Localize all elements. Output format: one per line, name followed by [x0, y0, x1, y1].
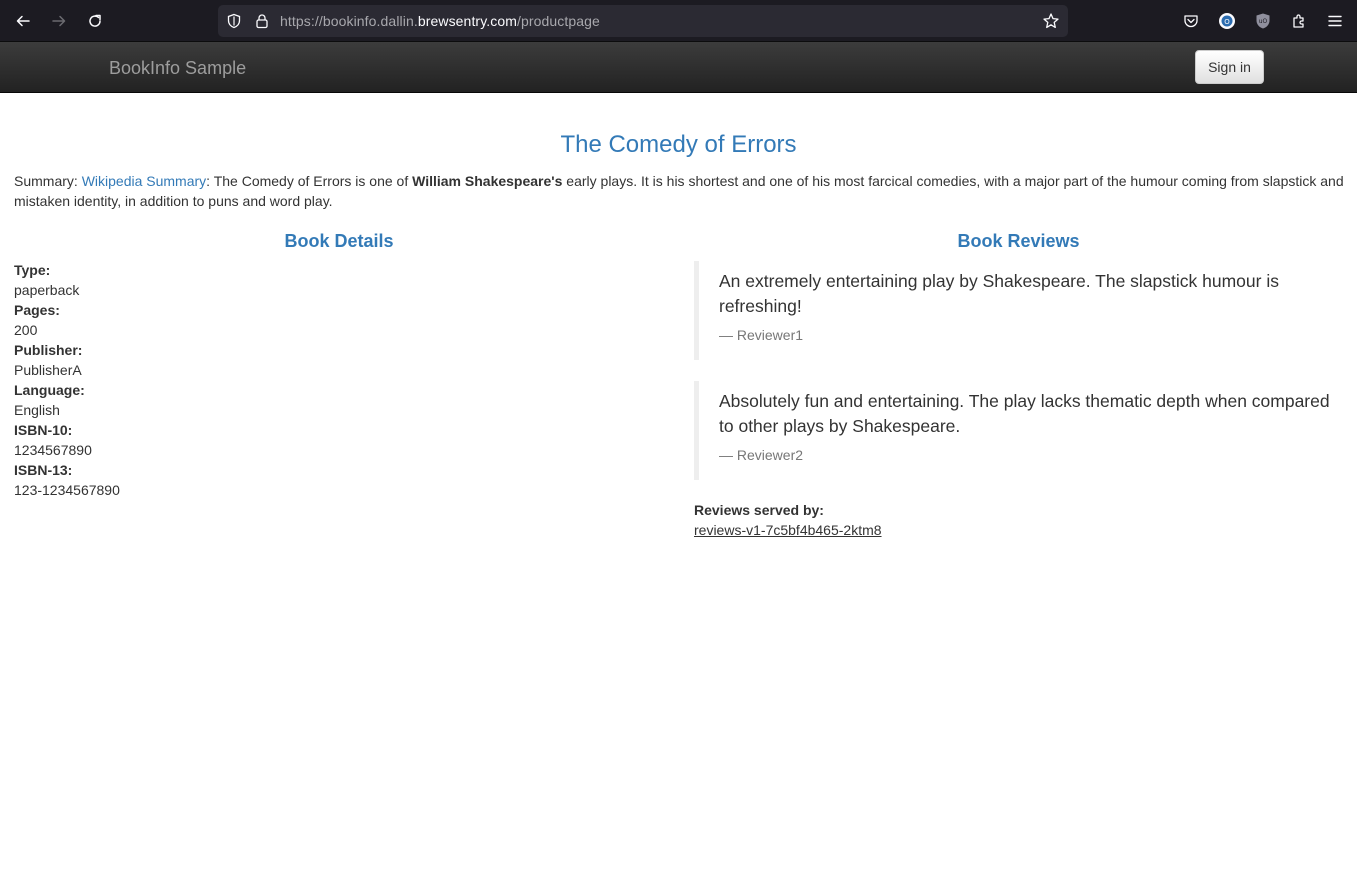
reload-button[interactable] [83, 9, 107, 33]
review-text: An extremely entertaining play by Shakes… [719, 271, 1279, 316]
review-author: — Reviewer2 [719, 447, 804, 463]
summary-author: William Shakespeare's [412, 173, 563, 189]
app-menu-hamburger-icon[interactable] [1326, 12, 1344, 30]
svg-text:uO: uO [1259, 18, 1268, 25]
back-button[interactable] [11, 9, 35, 33]
language-value: English [14, 402, 60, 418]
type-value: paperback [14, 282, 80, 298]
book-details-heading: Book Details [284, 231, 394, 251]
reviews-served-by: Reviews served by: reviews-v1-7c5bf4b465… [694, 500, 882, 540]
back-arrow-icon [16, 15, 30, 27]
review-item: Absolutely fun and entertaining. The pla… [694, 381, 1344, 480]
browser-toolbar: https://bookinfo.dallin.brewsentry.com/p… [0, 0, 1357, 42]
pages-label: Pages: [14, 302, 60, 318]
isbn10-value: 1234567890 [14, 442, 92, 458]
bookmark-star-icon[interactable] [1042, 12, 1060, 30]
review-item: An extremely entertaining play by Shakes… [694, 261, 1344, 360]
isbn13-value: 123-1234567890 [14, 482, 120, 498]
forward-button[interactable] [47, 9, 71, 33]
book-title: The Comedy of Errors [560, 131, 797, 158]
publisher-label: Publisher: [14, 342, 83, 358]
wikipedia-summary-link[interactable]: Wikipedia Summary [82, 173, 206, 189]
forward-arrow-icon [52, 15, 66, 27]
url-text[interactable]: https://bookinfo.dallin.brewsentry.com/p… [280, 13, 600, 29]
tracking-protection-shield-icon[interactable] [226, 13, 242, 29]
ublock-origin-icon[interactable]: uO [1254, 12, 1272, 30]
book-summary: Summary: Wikipedia Summary: The Comedy o… [14, 171, 1344, 211]
account-extension-icon[interactable]: O [1218, 12, 1236, 30]
isbn10-label: ISBN-10: [14, 422, 73, 438]
served-by-pod: reviews-v1-7c5bf4b465-2ktm8 [694, 522, 882, 538]
isbn13-label: ISBN-13: [14, 462, 73, 478]
type-label: Type: [14, 262, 51, 278]
lock-icon[interactable] [254, 13, 270, 29]
served-by-label: Reviews served by: [694, 502, 824, 518]
summary-label: Summary: [14, 173, 82, 189]
summary-text-start: : The Comedy of Errors is one of [206, 173, 413, 189]
url-path: /productpage [517, 13, 600, 29]
url-host: brewsentry.com [417, 13, 517, 29]
navbar-brand[interactable]: BookInfo Sample [109, 58, 246, 79]
book-reviews-heading: Book Reviews [957, 231, 1080, 251]
review-author: — Reviewer1 [719, 327, 804, 343]
pocket-icon[interactable] [1182, 12, 1200, 30]
extensions-puzzle-icon[interactable] [1290, 12, 1308, 30]
svg-text:O: O [1224, 18, 1230, 26]
url-prefix: https://bookinfo.dallin. [280, 13, 418, 29]
book-details-list: Type: paperback Pages: 200 Publisher: Pu… [14, 260, 120, 500]
app-navbar: BookInfo Sample Sign in [0, 42, 1357, 93]
url-bar[interactable]: https://bookinfo.dallin.brewsentry.com/p… [218, 5, 1068, 37]
pages-value: 200 [14, 322, 38, 338]
language-label: Language: [14, 382, 85, 398]
publisher-value: PublisherA [14, 362, 82, 378]
reload-icon [89, 14, 101, 27]
sign-in-button[interactable]: Sign in [1195, 50, 1264, 84]
review-text: Absolutely fun and entertaining. The pla… [719, 391, 1330, 436]
